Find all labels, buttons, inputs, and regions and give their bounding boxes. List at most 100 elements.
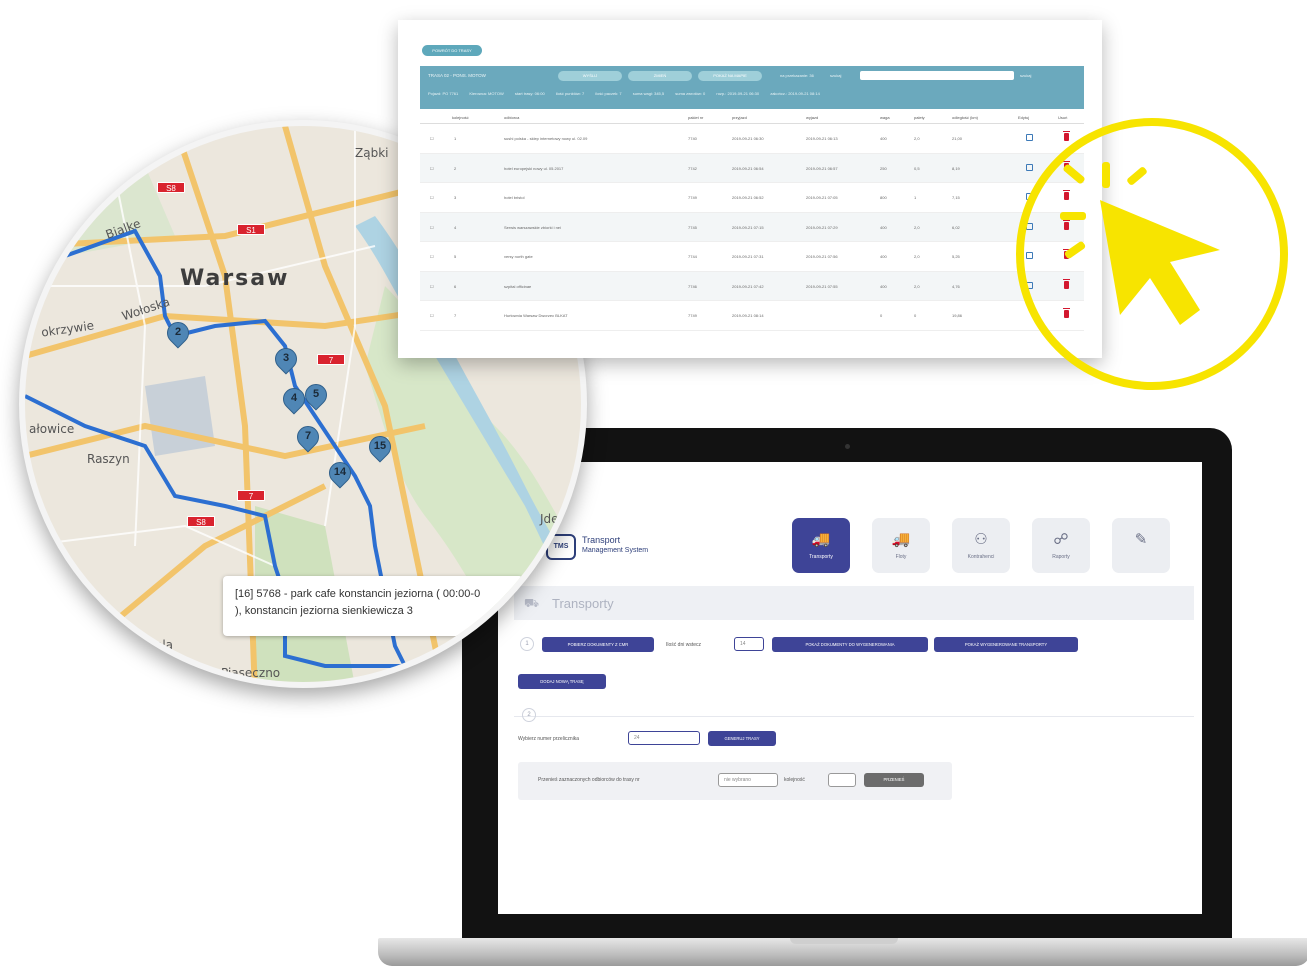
cell-dist: 5,25: [952, 254, 960, 259]
cell-check[interactable]: ☐: [430, 166, 434, 171]
send-button[interactable]: WYŚLIJ: [558, 71, 622, 81]
map-place-label: Piaseczno: [221, 666, 281, 680]
tooltip-line: [16] 5768 - park cafe konstancin jeziorn…: [235, 588, 481, 600]
cell-weight: 400: [880, 224, 887, 230]
cell-pkg: 7742: [688, 165, 697, 171]
change-button[interactable]: ZMIEŃ: [628, 71, 692, 81]
nav-tile-kontrahenci[interactable]: ⚇ Kontrahenci: [952, 518, 1010, 573]
cell-pallets: 1: [914, 195, 917, 200]
section-header: ⛟ Transporty: [514, 586, 1194, 620]
nav-tile-floty[interactable]: 🚚 Floty: [872, 518, 930, 573]
cell-dep: 2019-09-21 07:05: [806, 195, 838, 200]
handover-count: na przekazanie: 36: [780, 73, 814, 78]
cell-arr: 2019-09-21 07:31: [732, 254, 764, 259]
col-header: kolejność: [452, 115, 469, 120]
info-end: zakończ.: 2019-09-21 08:14: [770, 91, 820, 96]
step-2-indicator: 2: [522, 708, 536, 722]
road-shield: S8: [187, 516, 215, 527]
cell-check[interactable]: ☐: [430, 313, 434, 318]
table-row[interactable]: ☐ 2 hotel europejski nowy ul. 05.2017 7742 2…: [420, 153, 1084, 183]
cell-name: Serwis warszawskie zbiorki i nei: [504, 224, 561, 230]
cell-name: sushi polska - sklep internetowy nowy ul…: [504, 136, 588, 141]
table-row[interactable]: ☐ 7 Hurtownia Warsaw Dworzec BLKAT 7749 2019…: [420, 301, 1084, 331]
info-weight: suma wagi: 345,5: [632, 91, 665, 96]
nav-label: Kontrahenci: [967, 554, 995, 560]
order-input[interactable]: [828, 773, 856, 787]
delete-icon[interactable]: [1063, 131, 1070, 141]
table-row[interactable]: ☐ 5 versy north gate 7744 2019-09-21 07:31 20…: [420, 242, 1084, 272]
camera-icon: [845, 444, 850, 449]
move-button[interactable]: PRZENIEŚ: [864, 773, 924, 787]
table-row[interactable]: ☐ 1 sushi polska - sklep internetowy nowy …: [420, 124, 1084, 154]
cell-arr: 2019-09-21 07:42: [732, 283, 764, 289]
back-to-route-button[interactable]: POWRÓT DO TRASY: [422, 45, 482, 56]
cell-check[interactable]: ☐: [430, 254, 434, 259]
route-marker[interactable]: 15: [364, 431, 396, 466]
table-row[interactable]: ☐ 6 szpital officinae 7746 2019-09-21 07:42 2…: [420, 271, 1084, 301]
cell-check[interactable]: ☐: [430, 225, 434, 230]
cell-pallets: 2,0: [914, 254, 920, 259]
map-place-label: Ząbki: [355, 146, 389, 160]
cell-name: hotel bristol: [504, 195, 525, 200]
route-select[interactable]: nie wybrano: [718, 773, 778, 787]
search-hint: szukaj: [1020, 73, 1032, 78]
route-marker[interactable]: 3: [270, 343, 302, 378]
cell-check[interactable]: ☐: [430, 195, 434, 200]
edit-icon[interactable]: [1026, 134, 1033, 141]
route-marker[interactable]: 7: [292, 421, 324, 456]
cell-no: 3: [454, 195, 457, 200]
nav-label: Raporty: [1052, 554, 1070, 560]
cell-pkg: 7749: [688, 195, 697, 200]
show-transports-button[interactable]: POKAŻ WYGENEROWANE TRANSPORTY: [934, 637, 1078, 652]
route-marker[interactable]: 2: [162, 317, 194, 352]
tooltip-line: ), konstancin jeziorna sienkiewicza 3: [235, 605, 413, 617]
show-on-map-button[interactable]: POKAŻ NA MAPIE: [698, 71, 762, 81]
map-place-label: Jde: [540, 512, 559, 526]
search-input[interactable]: [860, 71, 1014, 80]
info-begin: rozp.: 2019-09-21 06:30: [716, 91, 760, 96]
cell-dist: 19,86: [952, 313, 963, 318]
map-tooltip: [16] 5768 - park cafe konstancin jeziorn…: [223, 576, 523, 636]
col-header: wyjazd: [806, 115, 819, 120]
cell-weight: 400: [880, 254, 887, 259]
show-docs-button[interactable]: POKAŻ DOKUMENTY DO WYGENEROWANIA: [772, 637, 928, 652]
tms-logo-line2: Management System: [582, 547, 649, 554]
cell-check[interactable]: ☐: [430, 136, 434, 141]
cell-pallets: 2,0: [914, 283, 920, 289]
info-start: start trasy: 06:00: [514, 91, 545, 96]
generate-routes-button[interactable]: GENERUJ TRASY: [708, 731, 776, 746]
cell-weight: 0: [880, 313, 883, 318]
col-header: waga: [880, 115, 890, 120]
map-place-label: ola: [155, 638, 174, 652]
col-header: pakiet nr: [688, 115, 704, 120]
col-header: odbiorca: [504, 115, 520, 120]
number-input[interactable]: 24: [628, 731, 700, 745]
nav-tile-settings[interactable]: ✎: [1112, 518, 1170, 573]
cell-dep: 2019-09-21 07:55: [806, 283, 838, 289]
nav-tile-raporty[interactable]: ☍ Raporty: [1032, 518, 1090, 573]
route-marker[interactable]: 4: [278, 383, 310, 418]
cell-pallets: 0,5: [914, 165, 920, 171]
cell-dep: 2019-09-21 07:29: [806, 224, 838, 230]
edit-icon[interactable]: [1026, 163, 1033, 171]
cell-no: 1: [454, 136, 457, 141]
cell-pkg: 7744: [688, 254, 697, 259]
cell-arr: 2019-09-21 06:54: [732, 165, 764, 171]
table-body: ☐ 1 sushi polska - sklep internetowy nowy …: [420, 124, 1084, 331]
days-input[interactable]: 14: [734, 637, 764, 651]
route-marker[interactable]: 5: [300, 379, 332, 414]
move-panel: Przenieś zaznaczonych odbiorców do trasy…: [518, 762, 952, 800]
reports-icon: ☍: [1053, 531, 1069, 548]
cell-check[interactable]: ☐: [430, 284, 434, 289]
cell-pkg: 7746: [688, 283, 697, 289]
info-points: ilość punktów: 7: [555, 91, 585, 96]
cell-arr: 2019-09-21 07:15: [732, 224, 764, 230]
road-shield: S1: [237, 224, 265, 235]
cell-arr: 2019-09-21 06:30: [732, 136, 764, 141]
days-label: Ilość dni wstecz: [666, 642, 702, 648]
map-place-label: Raszyn: [87, 452, 130, 466]
table-row[interactable]: ☐ 3 hotel bristol 7749 2019-09-21 06:52 2019-…: [420, 183, 1084, 213]
route-marker[interactable]: 14: [324, 457, 356, 492]
nav-tile-transporty[interactable]: 🚚 Transporty: [792, 518, 850, 573]
table-row[interactable]: ☐ 4 Serwis warszawskie zbiorki i nei 7745 20…: [420, 212, 1084, 242]
